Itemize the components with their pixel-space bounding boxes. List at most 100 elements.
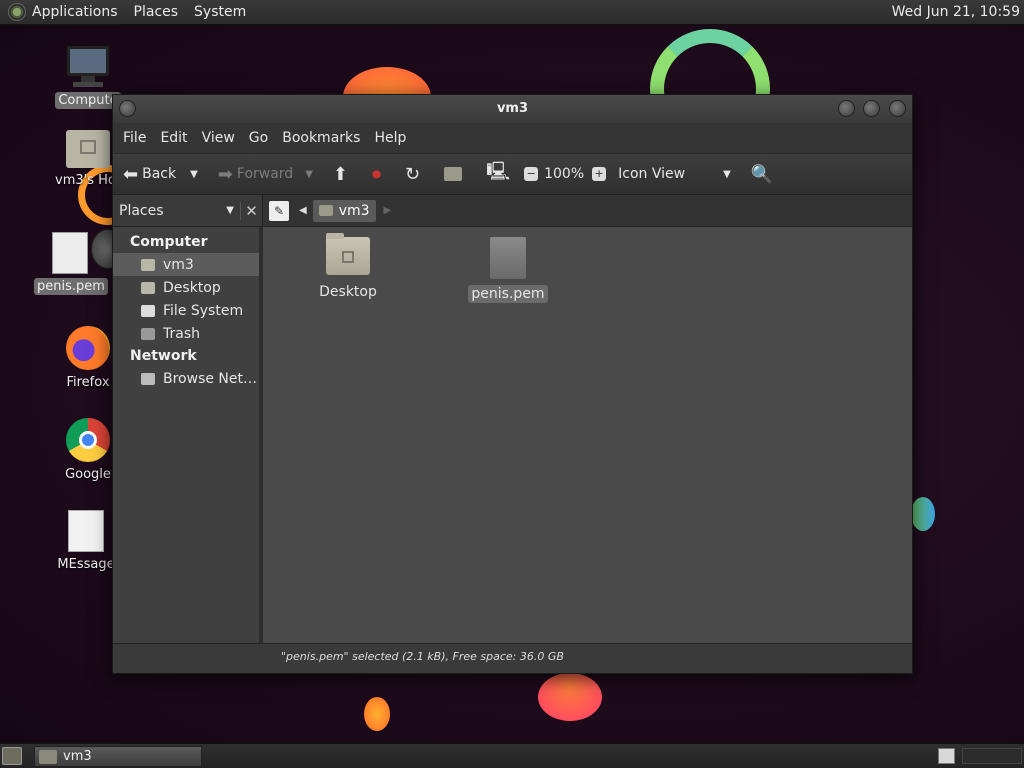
sidebar-item-browse-network[interactable]: Browse Net… xyxy=(113,367,259,390)
back-history-dropdown-icon[interactable]: ▼ xyxy=(190,169,198,180)
show-desktop-icon[interactable] xyxy=(2,747,22,765)
view-mode-select[interactable]: Icon View ▼ xyxy=(618,166,731,182)
file-manager-window: vm3 File Edit View Go Bookmarks Help ⬅ B… xyxy=(112,94,913,674)
sidebar-item-label: File System xyxy=(163,302,244,319)
decor-orange-drop xyxy=(364,697,390,731)
file-item-label: penis.pem xyxy=(468,285,548,303)
sidebar-item-vm3[interactable]: vm3 xyxy=(113,253,259,276)
path-scroll-left-icon[interactable]: ◀ xyxy=(299,205,307,216)
window-title: vm3 xyxy=(496,101,529,116)
menu-help[interactable]: Help xyxy=(374,130,406,146)
zoom-control: − 100% + xyxy=(524,166,612,182)
path-scroll-right-icon[interactable]: ▶ xyxy=(384,205,392,216)
reload-icon: ↻ xyxy=(405,163,421,185)
sidebar-heading-computer: Computer xyxy=(130,234,208,250)
close-icon[interactable] xyxy=(889,100,906,117)
sidebar-item-label: Desktop xyxy=(163,279,221,296)
workspace-switcher-area[interactable] xyxy=(962,748,1022,764)
menu-file[interactable]: File xyxy=(123,130,146,146)
file-item-label: Desktop xyxy=(319,284,377,300)
file-view[interactable]: Desktop penis.pem xyxy=(263,227,912,643)
maximize-icon[interactable] xyxy=(863,100,880,117)
computer-icon xyxy=(65,46,111,88)
breadcrumb-vm3[interactable]: vm3 xyxy=(312,199,376,222)
home-button[interactable] xyxy=(434,167,466,181)
sidebar-item-label: vm3 xyxy=(163,256,194,273)
forward-button[interactable]: ➡ Forward ▼ xyxy=(208,164,313,185)
forward-arrow-icon: ➡ xyxy=(217,163,233,185)
file-item-desktop[interactable]: Desktop xyxy=(303,233,393,301)
distro-logo-icon[interactable] xyxy=(8,3,26,21)
menu-bookmarks[interactable]: Bookmarks xyxy=(282,130,360,146)
taskbar-item-label: vm3 xyxy=(63,749,92,764)
sidebar-item-trash[interactable]: Trash xyxy=(113,322,259,345)
menu-go[interactable]: Go xyxy=(249,130,268,146)
back-button[interactable]: ⬅ Back ▼ xyxy=(113,164,198,185)
folder-icon xyxy=(326,233,370,275)
up-button[interactable]: ⬆ xyxy=(323,164,352,185)
location-bar: Places ▼ ✕ ✎ ◀ vm3 ▶ xyxy=(113,195,912,227)
home-icon xyxy=(141,258,155,271)
computer-button[interactable]: 🖳 xyxy=(476,159,514,189)
document-icon xyxy=(490,237,526,279)
up-arrow-icon: ⬆ xyxy=(332,163,348,185)
folder-icon xyxy=(39,749,57,764)
status-bar: "penis.pem" selected (2.1 kB), Free spac… xyxy=(113,643,912,669)
stop-icon: ⏺ xyxy=(372,163,381,185)
content-area: Computer vm3 Desktop File System Trash N… xyxy=(113,227,912,643)
home-folder-icon xyxy=(66,130,110,168)
sidebar-heading-network: Network xyxy=(130,348,197,364)
minimize-icon[interactable] xyxy=(838,100,855,117)
view-mode-dropdown-icon: ▼ xyxy=(723,168,731,180)
taskbar-item-vm3[interactable]: vm3 xyxy=(34,746,202,767)
desktop-icon-label: Compute xyxy=(55,92,121,109)
forward-history-dropdown-icon[interactable]: ▼ xyxy=(305,169,313,180)
path-bar: ✎ ◀ vm3 ▶ xyxy=(263,195,912,226)
firefox-icon xyxy=(66,326,110,370)
menu-edit[interactable]: Edit xyxy=(160,130,187,146)
close-side-pane-icon[interactable]: ✕ xyxy=(240,201,262,220)
toggle-location-entry-icon[interactable]: ✎ xyxy=(269,200,289,221)
side-pane-selector[interactable]: Places ▼ ✕ xyxy=(113,195,263,226)
menu-places[interactable]: Places xyxy=(134,4,179,20)
sidebar-item-desktop[interactable]: Desktop xyxy=(113,276,259,299)
reload-button[interactable]: ↻ xyxy=(395,164,424,185)
menu-system[interactable]: System xyxy=(194,4,246,20)
home-icon xyxy=(318,205,333,216)
desktop-icon-label: MEssage xyxy=(57,557,115,572)
document-icon xyxy=(68,510,104,552)
trash-icon xyxy=(141,327,155,340)
sidebar-item-label: Trash xyxy=(163,325,200,342)
breadcrumb-label: vm3 xyxy=(338,202,370,219)
home-icon xyxy=(444,167,463,181)
decor-pink-blob-bottom xyxy=(538,673,602,721)
chrome-icon xyxy=(66,418,110,462)
top-panel: Applications Places System Wed Jun 21, 1… xyxy=(0,0,1024,25)
zoom-out-icon[interactable]: − xyxy=(524,167,539,181)
drive-icon xyxy=(141,304,155,317)
forward-label: Forward xyxy=(236,166,294,182)
desktop-icon-label: Google xyxy=(65,467,111,482)
chevron-down-icon: ▼ xyxy=(226,205,234,216)
network-icon xyxy=(141,372,155,385)
clock[interactable]: Wed Jun 21, 10:59 xyxy=(892,4,1020,20)
search-icon: 🔍 xyxy=(750,163,774,185)
toolbar: ⬅ Back ▼ ➡ Forward ▼ ⬆ ⏺ ↻ 🖳 − 100% + Ic… xyxy=(113,153,912,195)
window-menu-icon[interactable] xyxy=(119,100,136,117)
window-titlebar[interactable]: vm3 xyxy=(113,95,912,123)
computer-icon: 🖳 xyxy=(486,161,511,182)
stop-button[interactable]: ⏺ xyxy=(362,164,385,185)
decor-teal-drop xyxy=(911,497,935,531)
desktop-icon-label: penis.pem xyxy=(34,278,108,295)
sidebar-item-file-system[interactable]: File System xyxy=(113,299,259,322)
bottom-panel: vm3 xyxy=(0,743,1024,768)
workspace-switcher[interactable] xyxy=(938,748,955,764)
menu-applications[interactable]: Applications xyxy=(32,4,118,20)
zoom-in-icon[interactable]: + xyxy=(592,167,607,181)
desktop-icon-label: Firefox xyxy=(66,375,110,390)
search-button[interactable]: 🔍 xyxy=(741,164,777,185)
desktop-icon-penis-pem[interactable]: penis.pem xyxy=(34,229,125,295)
zoom-level: 100% xyxy=(544,166,585,182)
file-item-penis-pem[interactable]: penis.pem xyxy=(463,237,553,303)
menu-view[interactable]: View xyxy=(202,130,235,146)
